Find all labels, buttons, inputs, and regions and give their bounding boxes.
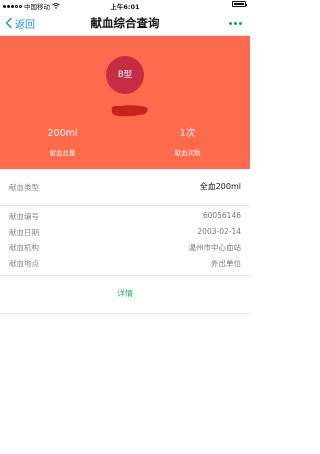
battery-icon — [232, 1, 247, 7]
navigation-bar: 返回 献血综合查询 — [0, 10, 250, 36]
detail-label: 献血地点 — [9, 258, 39, 268]
donation-summary-header: B型 200ml 献血总量 1次 献血次数 — [0, 36, 250, 169]
detail-row-date: 献血日期 2003-02-14 — [0, 224, 250, 240]
details-link[interactable]: 详情 — [0, 279, 250, 308]
divider — [0, 275, 250, 276]
status-right — [232, 1, 247, 7]
detail-value: 外出单位 — [211, 258, 241, 268]
redacted-name — [111, 105, 148, 117]
status-bar: 中国移动 上午6:01 — [0, 0, 250, 11]
donation-type-label: 献血类型 — [9, 183, 39, 192]
donation-count-stat: 1次 献血次数 — [125, 128, 250, 158]
detail-row-number: 献血编号 60056146 — [0, 208, 250, 224]
donation-type-row: 献血类型 全血200ml — [0, 169, 250, 206]
more-button[interactable] — [229, 10, 242, 36]
detail-label: 献血编号 — [9, 212, 39, 221]
detail-row-institution: 献血机构 温州市中心血站 — [0, 239, 250, 255]
donation-type-value: 全血200ml — [199, 182, 241, 191]
total-volume-stat: 200ml 献血总量 — [0, 128, 125, 158]
detail-value: 温州市中心血站 — [188, 243, 242, 252]
more-dots-icon — [229, 21, 242, 25]
detail-value: 2003-02-14 — [197, 226, 241, 236]
divider — [0, 313, 250, 314]
blood-type-badge: B型 — [106, 56, 144, 94]
total-volume-label: 献血总量 — [49, 149, 76, 157]
donation-detail-list: 献血编号 60056146 献血日期 2003-02-14 献血机构 温州市中心… — [0, 208, 250, 270]
donation-count-value: 1次 — [179, 128, 196, 139]
detail-label: 献血日期 — [9, 227, 39, 237]
donation-count-label: 献血次数 — [174, 149, 201, 157]
page-title: 献血综合查询 — [90, 16, 160, 30]
detail-label: 献血机构 — [9, 243, 39, 252]
detail-row-location: 献血地点 外出单位 — [0, 255, 250, 271]
total-volume-value: 200ml — [47, 128, 78, 139]
detail-value: 60056146 — [202, 211, 241, 220]
